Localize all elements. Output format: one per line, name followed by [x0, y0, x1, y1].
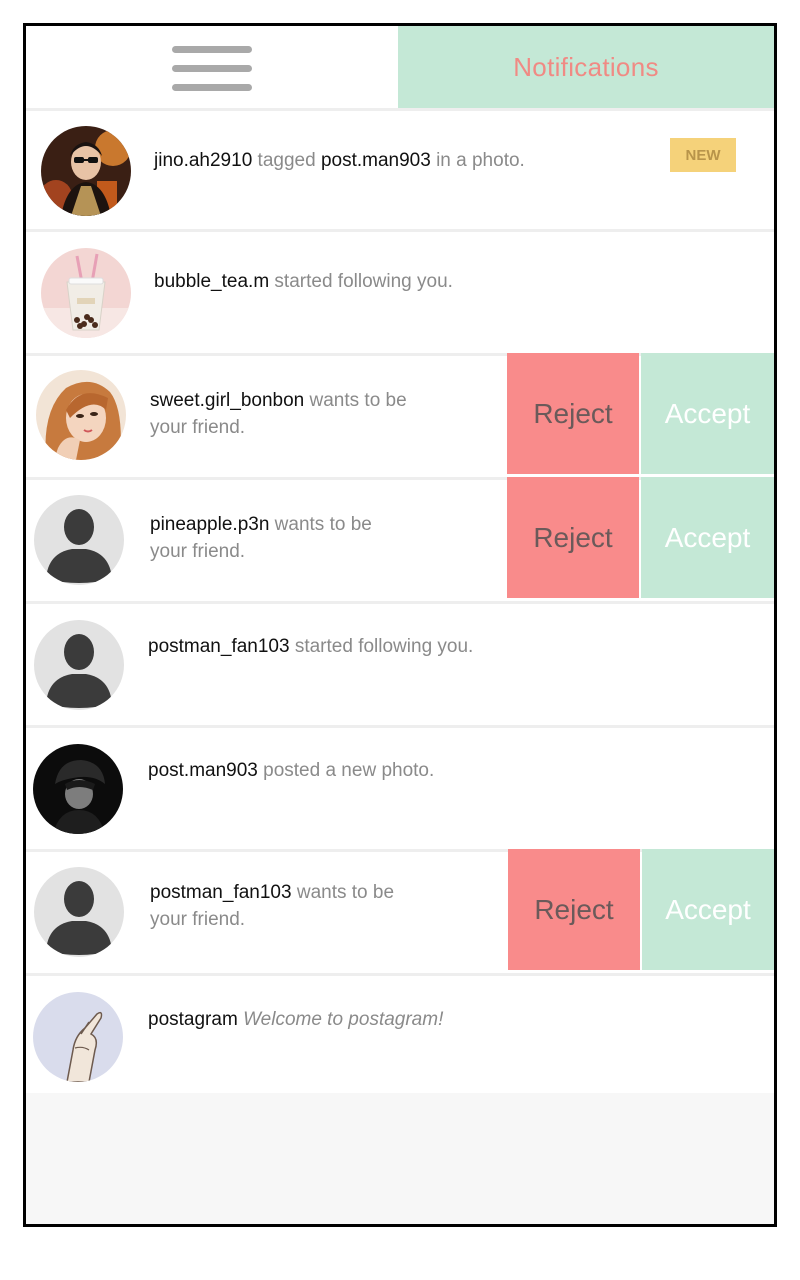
list-item[interactable]: bubble_tea.m started following you.: [26, 229, 774, 350]
action-text: posted a new photo.: [257, 760, 435, 781]
action-text: your friend.: [150, 541, 246, 562]
username[interactable]: bubble_tea.m: [154, 271, 269, 292]
tab-notifications[interactable]: Notifications: [398, 26, 774, 108]
username[interactable]: postman_fan103: [148, 636, 290, 657]
list-item[interactable]: postman_fan103 started following you.: [26, 601, 774, 722]
action-text: wants to be: [291, 882, 395, 903]
action-text: your friend.: [150, 417, 246, 438]
avatar[interactable]: [36, 370, 126, 460]
reject-button[interactable]: Reject: [507, 477, 639, 598]
notification-text: postagram Welcome to postagram!: [148, 1006, 443, 1033]
action-text: wants to be: [304, 390, 407, 411]
notification-text: post.man903 posted a new photo.: [148, 757, 434, 784]
notification-text: jino.ah2910 tagged post.man903 in a phot…: [154, 147, 525, 174]
new-badge: NEW: [670, 138, 736, 172]
accept-button[interactable]: Accept: [641, 353, 774, 474]
avatar[interactable]: [41, 248, 131, 338]
app-screen: Notifications jino.ah2910 tagged post.ma…: [23, 23, 777, 1227]
reject-button[interactable]: Reject: [507, 353, 639, 474]
menu-line: [172, 46, 252, 53]
list-item[interactable]: pineapple.p3n wants to be your friend. R…: [26, 477, 774, 598]
avatar[interactable]: [33, 744, 123, 834]
menu-line: [172, 65, 252, 72]
username[interactable]: jino.ah2910: [154, 150, 252, 171]
list-item[interactable]: jino.ah2910 tagged post.man903 in a phot…: [26, 108, 774, 229]
action-text: started following you.: [269, 271, 453, 292]
hamburger-menu-icon[interactable]: [166, 44, 256, 91]
accept-button[interactable]: Accept: [641, 477, 774, 598]
notification-text: postman_fan103 started following you.: [148, 633, 473, 660]
avatar[interactable]: [34, 867, 124, 957]
menu-line: [172, 84, 252, 91]
notification-text: bubble_tea.m started following you.: [154, 268, 453, 295]
notification-text: postman_fan103 wants to be your friend.: [150, 879, 394, 933]
action-text: wants to be: [269, 514, 372, 535]
welcome-text: Welcome to postagram!: [243, 1009, 444, 1030]
avatar[interactable]: [34, 495, 124, 585]
username[interactable]: postagram: [148, 1009, 238, 1030]
notification-text: pineapple.p3n wants to be your friend.: [150, 511, 372, 565]
username[interactable]: postman_fan103: [150, 882, 292, 903]
avatar[interactable]: [41, 126, 131, 216]
username[interactable]: sweet.girl_bonbon: [150, 390, 304, 411]
reject-button[interactable]: Reject: [508, 849, 640, 970]
accept-button[interactable]: Accept: [642, 849, 774, 970]
list-item[interactable]: postman_fan103 wants to be your friend. …: [26, 849, 774, 970]
list-item[interactable]: sweet.girl_bonbon wants to be your frien…: [26, 353, 774, 474]
username[interactable]: pineapple.p3n: [150, 514, 269, 535]
avatar[interactable]: [34, 620, 124, 710]
action-text: started following you.: [289, 636, 474, 657]
username[interactable]: post.man903: [148, 760, 258, 781]
list-item[interactable]: postagram Welcome to postagram!: [26, 973, 774, 1094]
action-text: in a photo.: [430, 150, 525, 171]
notification-text: sweet.girl_bonbon wants to be your frien…: [150, 387, 407, 441]
top-bar: Notifications: [26, 26, 774, 108]
action-text: your friend.: [150, 909, 246, 930]
action-text: tagged: [252, 150, 321, 171]
username[interactable]: post.man903: [321, 150, 431, 171]
list-item[interactable]: post.man903 posted a new photo.: [26, 725, 774, 846]
empty-area: [26, 1093, 774, 1224]
avatar[interactable]: [33, 992, 123, 1082]
